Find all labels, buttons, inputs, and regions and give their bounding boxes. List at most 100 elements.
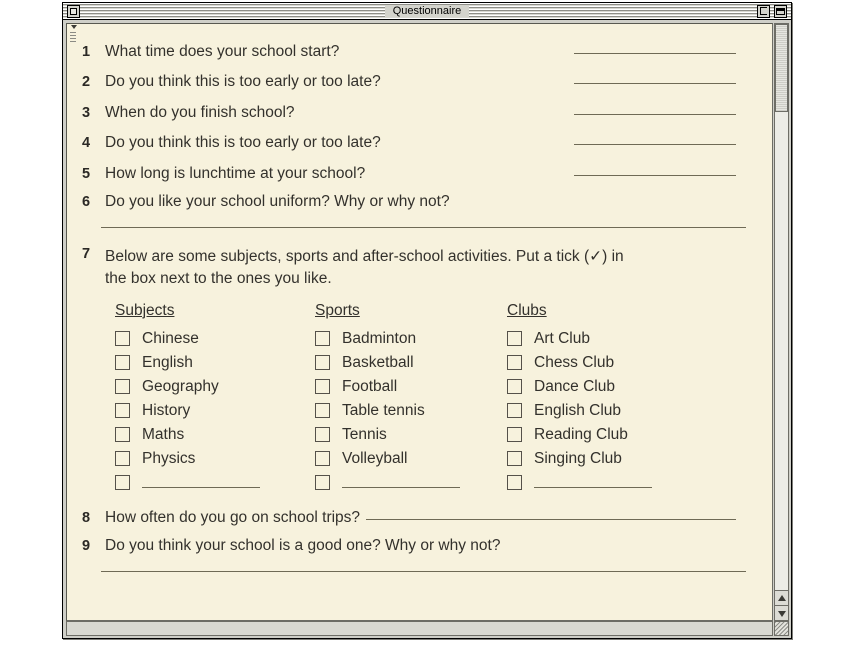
checkbox-option-write-in[interactable] — [115, 471, 315, 495]
checkbox-label: Tennis — [342, 425, 387, 443]
window-titlebar[interactable]: Questionnaire — [63, 3, 791, 20]
checkbox-icon[interactable] — [507, 355, 522, 370]
checkbox-icon[interactable] — [315, 331, 330, 346]
write-in-line[interactable] — [534, 477, 652, 488]
checkbox-icon[interactable] — [115, 355, 130, 370]
resize-grip-icon[interactable] — [774, 621, 789, 636]
checkbox-icon[interactable] — [507, 331, 522, 346]
checkbox-icon[interactable] — [115, 403, 130, 418]
answer-field-area[interactable] — [365, 162, 754, 178]
checkbox-icon[interactable] — [507, 427, 522, 442]
checkbox-label: Dance Club — [534, 377, 615, 395]
checkbox-icon[interactable] — [315, 427, 330, 442]
checkbox-label: English — [142, 353, 193, 371]
scrollbar-thumb[interactable] — [775, 24, 788, 112]
answer-line[interactable] — [101, 571, 746, 572]
answer-field-area[interactable] — [381, 71, 754, 87]
question-row: 3 When do you finish school? — [79, 101, 754, 122]
checkbox-option[interactable]: Tennis — [315, 423, 507, 447]
answer-line[interactable] — [574, 52, 736, 54]
checkbox-icon[interactable] — [115, 427, 130, 442]
checkbox-option[interactable]: Chess Club — [507, 351, 707, 375]
answer-line[interactable] — [574, 174, 736, 176]
checkbox-option[interactable]: Physics — [115, 447, 315, 471]
checkbox-icon[interactable] — [315, 451, 330, 466]
question-number: 6 — [82, 193, 91, 210]
checkbox-icon[interactable] — [507, 379, 522, 394]
answer-line[interactable] — [101, 226, 746, 228]
checkbox-option[interactable]: English — [115, 351, 315, 375]
checkbox-columns: Subjects Chinese English Geography Histo… — [115, 302, 754, 495]
checkbox-label: History — [142, 401, 191, 419]
answer-field-area[interactable] — [381, 132, 754, 148]
checkbox-option[interactable]: Singing Club — [507, 447, 707, 471]
checkbox-option-write-in[interactable] — [315, 471, 507, 495]
close-box-icon[interactable] — [67, 5, 80, 18]
checkbox-icon[interactable] — [115, 451, 130, 466]
write-in-line[interactable] — [142, 477, 260, 488]
checkbox-icon[interactable] — [315, 355, 330, 370]
checkbox-icon[interactable] — [315, 379, 330, 394]
checkbox-icon[interactable] — [507, 451, 522, 466]
question-row: 4 Do you think this is too early or too … — [79, 132, 754, 153]
zoom-box-icon[interactable] — [757, 5, 770, 18]
checkbox-option[interactable]: Chinese — [115, 327, 315, 351]
checkbox-option[interactable]: Dance Club — [507, 375, 707, 399]
ruler-marker-icon — [68, 25, 78, 45]
checkbox-icon[interactable] — [315, 403, 330, 418]
answer-line[interactable] — [574, 113, 736, 115]
checkbox-option[interactable]: Football — [315, 375, 507, 399]
answer-field-area[interactable] — [339, 40, 754, 56]
collapse-box-icon[interactable] — [774, 5, 787, 18]
checkbox-icon[interactable] — [115, 379, 130, 394]
answer-line[interactable] — [574, 144, 736, 145]
horizontal-scrollbar[interactable] — [66, 621, 773, 636]
checkbox-label: Maths — [142, 425, 185, 443]
question-row: 8 How often do you go on school trips? — [79, 507, 754, 528]
checkbox-option[interactable]: Art Club — [507, 327, 707, 351]
column-heading: Sports — [315, 301, 360, 319]
question-number: 2 — [82, 74, 91, 90]
vertical-scrollbar[interactable] — [774, 23, 789, 621]
checkbox-option[interactable]: History — [115, 399, 315, 423]
checkbox-label: Football — [342, 377, 398, 395]
checkbox-option[interactable]: Maths — [115, 423, 315, 447]
checkbox-label: Reading Club — [534, 425, 628, 443]
checkbox-icon[interactable] — [115, 331, 130, 346]
checkbox-icon[interactable] — [315, 475, 330, 490]
question-text: Do you like your school uniform? Why or … — [105, 192, 450, 210]
question-text: Do you think this is too early or too la… — [105, 134, 381, 151]
checkbox-option[interactable]: English Club — [507, 399, 707, 423]
answer-line[interactable] — [574, 83, 736, 84]
checkbox-icon[interactable] — [507, 403, 522, 418]
checkbox-label: Volleyball — [342, 449, 408, 467]
scroll-up-arrow-icon[interactable] — [775, 590, 788, 605]
question-row: 1 What time does your school start? — [79, 40, 754, 61]
question-text: What time does your school start? — [105, 42, 340, 60]
checkbox-label: Geography — [142, 377, 219, 395]
checkbox-option[interactable]: Table tennis — [315, 399, 507, 423]
checkbox-option[interactable]: Basketball — [315, 351, 507, 375]
question-number: 3 — [82, 104, 91, 121]
questionnaire-window: Questionnaire 1 What time does your scho… — [62, 2, 792, 639]
question-row: 6 Do you like your school uniform? Why o… — [79, 193, 754, 211]
question-number: 8 — [82, 510, 91, 526]
checkbox-icon[interactable] — [115, 475, 130, 490]
question-row: 2 Do you think this is too early or too … — [79, 71, 754, 92]
checkbox-option[interactable]: Reading Club — [507, 423, 707, 447]
column-heading: Clubs — [507, 301, 547, 319]
scroll-down-arrow-icon[interactable] — [775, 605, 788, 620]
answer-field-area[interactable] — [295, 101, 754, 117]
checkbox-option[interactable]: Badminton — [315, 327, 507, 351]
checkbox-option[interactable]: Volleyball — [315, 447, 507, 471]
window-title: Questionnaire — [63, 3, 791, 19]
write-in-line[interactable] — [342, 477, 460, 488]
checkbox-option-write-in[interactable] — [507, 471, 707, 495]
checkbox-label: Chess Club — [534, 353, 615, 371]
answer-field-area[interactable] — [360, 507, 754, 523]
answer-line[interactable] — [366, 519, 736, 520]
question-text-line1: Below are some subjects, sports and afte… — [105, 247, 624, 265]
checkbox-option[interactable]: Geography — [115, 375, 315, 399]
question-number: 4 — [82, 135, 91, 151]
checkbox-icon[interactable] — [507, 475, 522, 490]
